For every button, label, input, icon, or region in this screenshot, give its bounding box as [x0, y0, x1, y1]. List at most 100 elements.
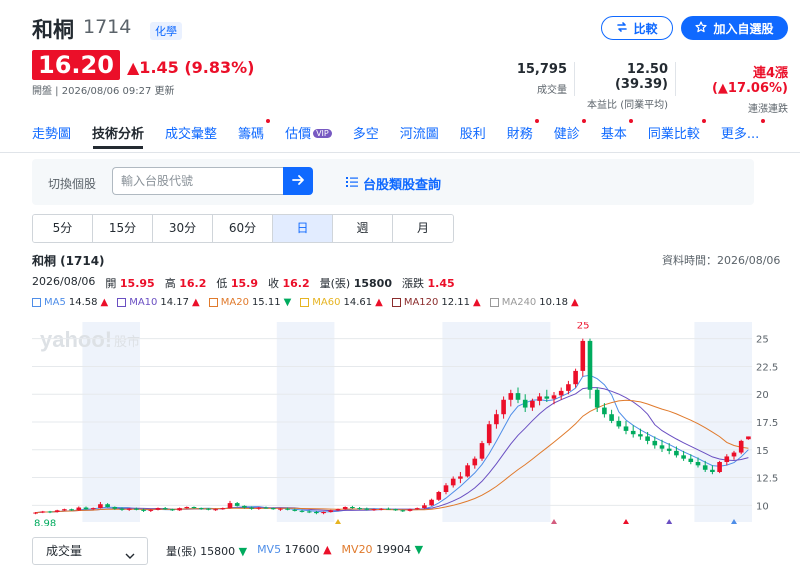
- tab-item[interactable]: 基本: [601, 119, 633, 142]
- y-tick-label: 20: [756, 390, 769, 401]
- candle-body: [710, 469, 715, 472]
- period-button[interactable]: 5分: [33, 215, 93, 242]
- candle-body: [616, 420, 622, 427]
- notification-dot: [628, 119, 633, 123]
- period-button[interactable]: 60分: [213, 215, 273, 242]
- ma-legend-item[interactable]: MA10 14.17 ▲: [117, 297, 200, 308]
- candle-body: [342, 507, 348, 510]
- category-query-link[interactable]: 台股類股查詢: [346, 174, 441, 193]
- tab-item[interactable]: 估價 VIP: [285, 123, 332, 142]
- checkbox-icon[interactable]: [391, 298, 401, 307]
- candle-body: [702, 465, 708, 470]
- yahoo-watermark: yahoo!: [40, 327, 112, 352]
- tab-item[interactable]: 多空: [353, 123, 379, 142]
- tab-item[interactable]: 成交彙整: [165, 123, 217, 142]
- add-watchlist-label: 加入自選股: [713, 21, 774, 36]
- tab-item[interactable]: 更多...: [721, 119, 766, 142]
- ohlc-volume: 量(張) 15800: [319, 277, 392, 290]
- compare-button[interactable]: 比較: [601, 16, 673, 40]
- y-tick-label: 25: [756, 335, 769, 346]
- candle-body: [386, 508, 391, 510]
- indicator-select[interactable]: 成交量: [32, 537, 148, 565]
- candle-body: [177, 508, 182, 511]
- checkbox-icon[interactable]: [117, 298, 127, 307]
- sector-badge[interactable]: 化學: [150, 22, 182, 40]
- watermark-sub: 股市: [114, 334, 140, 350]
- stat-divider: [574, 62, 575, 96]
- period-button[interactable]: 月: [393, 215, 453, 242]
- ma-legend-item[interactable]: MA20 15.11 ▼: [208, 297, 291, 308]
- volume-stats: 量(張) 15800 ▼ MV5 17600 ▲ MV20 19904 ▼: [166, 543, 423, 559]
- ma-label: MA120: [403, 297, 439, 308]
- search-submit-button[interactable]: [283, 167, 313, 195]
- candle-body: [688, 458, 694, 462]
- tab-item[interactable]: 走勢圖: [32, 123, 71, 142]
- stat-label: 連漲連跌: [748, 104, 788, 115]
- candle-body: [602, 407, 607, 415]
- notification-dot: [534, 119, 539, 123]
- tab-label: 技術分析: [92, 127, 145, 142]
- tab-item[interactable]: 股利: [460, 123, 486, 142]
- ma-legend-item[interactable]: MA240 10.18 ▲: [489, 297, 579, 308]
- candle-body: [105, 504, 110, 507]
- event-marker: [666, 519, 673, 524]
- candle-body: [148, 509, 154, 511]
- tab-item[interactable]: 財務: [507, 119, 539, 142]
- ma-label: MA10: [129, 297, 158, 308]
- tab-label: 健診: [553, 127, 580, 142]
- period-button[interactable]: 30分: [153, 215, 213, 242]
- candle-body: [638, 434, 643, 437]
- candle-body: [486, 424, 492, 444]
- y-tick-label: 22.5: [756, 362, 778, 373]
- ma20-line: [35, 399, 749, 514]
- tab-item[interactable]: 健診: [553, 119, 586, 142]
- candle-body: [206, 508, 211, 510]
- period-selector: 5分 15分 30分 60分日週月: [32, 214, 454, 243]
- tab-item[interactable]: 河流圖: [400, 123, 439, 142]
- candle-body: [364, 508, 370, 510]
- checkbox-icon[interactable]: [32, 298, 41, 307]
- ma-legend: MA5 14.58 ▲ MA10 14.17 ▲ MA20 15.11 ▼ MA60 14.61 ▲ M…: [32, 297, 579, 308]
- candle-body: [256, 507, 262, 509]
- volume-value: 量(張) 15800 ▼: [166, 545, 248, 558]
- checkbox-icon[interactable]: [300, 298, 310, 307]
- ma-value: 12.11: [441, 297, 471, 308]
- ma5-line: [35, 374, 749, 514]
- add-watchlist-button[interactable]: 加入自選股: [681, 16, 788, 40]
- ma-legend-item[interactable]: MA60 14.61 ▲: [300, 297, 383, 308]
- stock-search-input[interactable]: [112, 167, 283, 195]
- mv5-value: MV5 17600 ▲: [257, 543, 332, 556]
- tab-item[interactable]: 技術分析: [92, 123, 144, 142]
- checkbox-icon[interactable]: [489, 298, 499, 307]
- candle-body: [609, 414, 614, 421]
- candle-body: [695, 462, 701, 466]
- ma-legend-item[interactable]: MA5 14.58 ▲: [32, 297, 108, 308]
- tab-bar: 走勢圖 技術分析 成交彙整 籌碼 估價 VIP 多空 河流圖 股利 財務 健診 基本 同業比較 更多...: [32, 119, 780, 142]
- period-button[interactable]: 日: [273, 215, 333, 242]
- candle-body: [674, 450, 679, 456]
- candle-body: [83, 507, 89, 510]
- candlestick-chart[interactable]: yahoo! 股市 25 22.5 20 17.5 15 12.5 10 25 8.98: [32, 322, 784, 526]
- event-marker: [551, 519, 557, 524]
- tab-item[interactable]: 同業比較: [648, 119, 706, 142]
- candle-body: [630, 430, 636, 435]
- period-button[interactable]: 15分: [93, 215, 153, 242]
- active-tab-underline: [93, 146, 143, 149]
- period-button[interactable]: 週: [333, 215, 393, 242]
- candle-body: [573, 370, 578, 385]
- candle-body: [414, 508, 420, 510]
- candle-body: [47, 511, 53, 513]
- tab-item[interactable]: 籌碼: [238, 119, 271, 142]
- ohlc-date: 2026/08/06: [32, 275, 96, 288]
- candle-body: [724, 456, 730, 462]
- notification-dot: [581, 119, 586, 123]
- ma-value: 14.17: [160, 297, 190, 308]
- ohlc-low: 低 15.9: [216, 277, 258, 290]
- stat-volume: 15,795 成交量: [512, 62, 567, 96]
- checkbox-icon[interactable]: [208, 298, 218, 307]
- candle-body: [501, 399, 506, 415]
- ma-legend-item[interactable]: MA120 12.11 ▲: [391, 297, 481, 308]
- y-tick-label: 15: [756, 446, 769, 457]
- candle-body: [306, 511, 312, 513]
- min-price-label: 8.98: [34, 519, 56, 526]
